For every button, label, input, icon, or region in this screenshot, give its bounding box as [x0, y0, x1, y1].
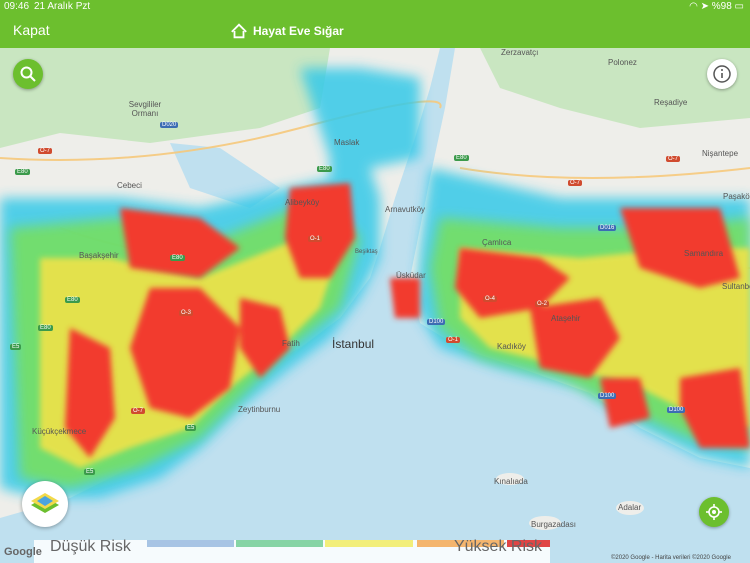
my-location-button[interactable] [699, 497, 729, 527]
battery-icon: ▭ [734, 1, 744, 12]
close-button[interactable]: Kapat [13, 22, 50, 38]
map-label: Reşadiye [654, 98, 688, 107]
map-label: Kadıköy [497, 342, 526, 351]
road-shield: E80 [15, 169, 30, 175]
legend-low-label: Düşük Risk [50, 538, 131, 555]
road-shield: O-2 [535, 301, 550, 307]
map-label: Zerzavatçı [501, 48, 539, 57]
search-button[interactable] [13, 59, 43, 89]
map-label: Üsküdar [396, 271, 426, 280]
road-shield: E80 [38, 325, 53, 331]
map-label: Küçükçekmece [32, 427, 87, 436]
map-canvas [0, 48, 750, 563]
road-shield: O-3 [179, 310, 194, 316]
map-label: Nişantepe [702, 149, 739, 158]
brand-title-text: Hayat Eve Sığar [253, 24, 344, 38]
info-button[interactable] [707, 59, 737, 89]
road-shield: D100 [598, 393, 617, 399]
top-nav-bar: Kapat Hayat Eve Sığar [0, 14, 750, 48]
road-shield: O-4 [483, 296, 498, 302]
status-date: 21 Aralık Pzt [34, 1, 91, 12]
risk-legend: Düşük Risk Yüksek Risk [34, 538, 550, 563]
map-label: Sevgililer Ormanı [128, 100, 162, 118]
road-shield: E5 [185, 425, 197, 431]
status-bar: 09:46 21 Aralık Pzt ◠ ➤ %98 ▭ [0, 0, 750, 14]
status-time: 09:46 [4, 1, 30, 12]
road-shield: O-7 [38, 148, 53, 154]
road-shield: E80 [454, 155, 469, 161]
road-shield: O-1 [308, 236, 323, 242]
road-shield: O-7 [666, 156, 681, 162]
road-shield: E5 [10, 344, 22, 350]
map-label: Polonez [608, 58, 637, 67]
map-label: Ataşehir [551, 314, 581, 323]
map-label: Maslak [334, 138, 360, 147]
wifi-icon: ◠ [689, 1, 698, 12]
legend-swatch [236, 540, 323, 547]
road-shield: D100 [427, 319, 446, 325]
house-logo-icon [231, 23, 247, 39]
map-label: Alibeyköy [285, 198, 320, 207]
legend-high-label: Yüksek Risk [453, 538, 542, 555]
map-label: Beşiktaş [355, 249, 378, 255]
map-label: Arnavutköy [385, 205, 426, 214]
status-right: ◠ ➤ %98 ▭ [689, 1, 744, 12]
map-label: Kınalıada [494, 477, 528, 486]
map-label: Samandıra [684, 249, 724, 258]
map-label: Fatih [282, 339, 300, 348]
road-shield: E5 [84, 469, 96, 475]
road-shield: O-7 [131, 408, 146, 414]
road-shield: O-1 [446, 337, 461, 343]
road-shield: E80 [65, 297, 80, 303]
road-shield: E80 [317, 166, 332, 172]
map-label: Zeytinburnu [238, 405, 281, 414]
map-label: Paşakö [723, 192, 750, 201]
map-label: Cebeci [117, 181, 142, 190]
brand-title: Hayat Eve Sığar [230, 22, 344, 40]
legend-swatch [147, 540, 234, 547]
map-label: Başakşehir [79, 251, 119, 260]
location-arrow-icon: ➤ [700, 1, 709, 12]
search-icon [20, 66, 36, 82]
heatmap-map[interactable]: Zerzavatçı Polonez Reşadiye Sevgililer O… [0, 48, 750, 563]
crosshair-icon [706, 504, 722, 520]
google-logo: Google [4, 546, 42, 558]
legend-swatch [325, 540, 413, 547]
map-label: Çamlıca [482, 238, 512, 247]
road-shield: E80 [170, 255, 185, 261]
map-label: Burgazadası [531, 520, 576, 529]
info-icon [713, 65, 731, 83]
map-label: Adalar [618, 503, 642, 512]
road-shield: D020 [160, 122, 179, 128]
map-label: Sultanbeyli [722, 282, 750, 291]
battery-percent: %98 [711, 1, 732, 12]
map-attribution[interactable]: ©2020 Google - Harita verileri ©2020 Goo… [611, 555, 731, 561]
road-shield: O-7 [568, 180, 583, 186]
map-layers-icon [31, 493, 59, 513]
road-shield: D100 [667, 407, 686, 413]
road-shield: D016 [598, 225, 617, 231]
city-label: İstanbul [332, 337, 375, 351]
map-layers-button[interactable] [22, 481, 68, 527]
